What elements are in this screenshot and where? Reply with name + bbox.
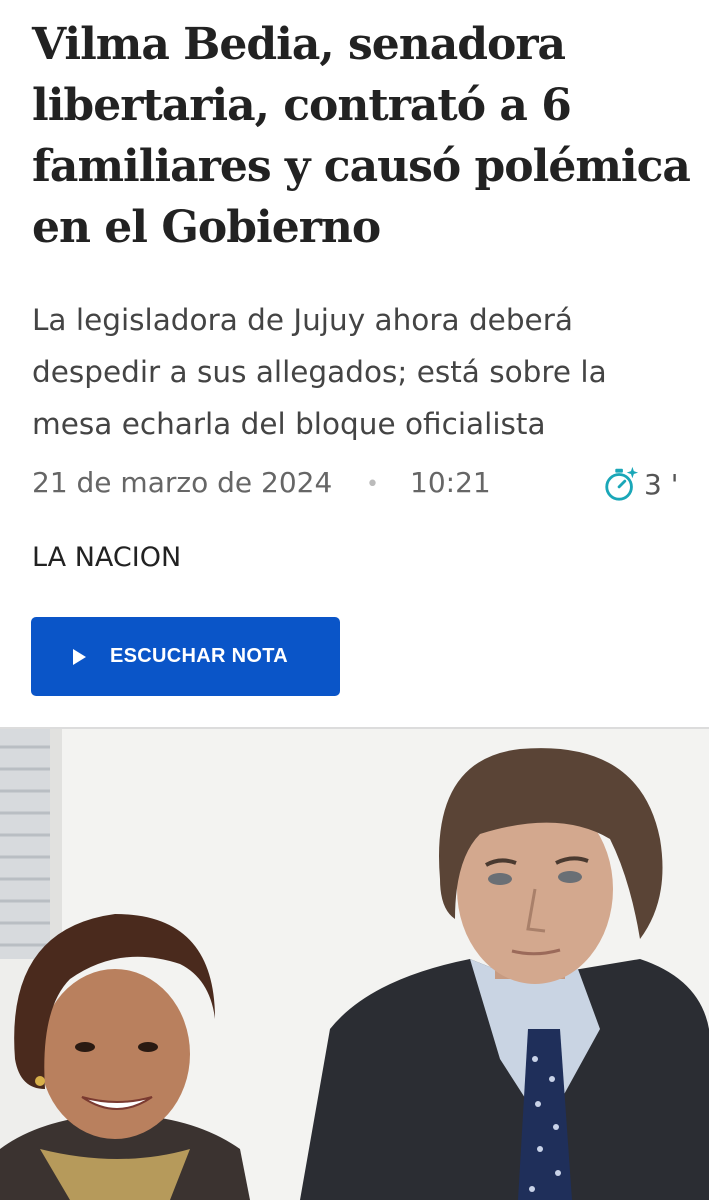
publish-time: 10:21 bbox=[410, 466, 491, 499]
article-headline: Vilma Bedia, senadora libertaria, contra… bbox=[32, 19, 691, 253]
listen-article-button[interactable]: ESCUCHAR NOTA bbox=[31, 617, 340, 696]
stopwatch-icon bbox=[602, 465, 640, 503]
reading-time: 3 ' bbox=[602, 462, 678, 506]
play-icon bbox=[73, 648, 86, 665]
article-meta: 21 de marzo de 2024 • 10:21 3 ' bbox=[32, 462, 692, 506]
article-photo bbox=[0, 729, 709, 1200]
article-subtitle: La legisladora de Jujuy ahora deberá des… bbox=[32, 303, 607, 441]
reading-time-value: 3 ' bbox=[644, 467, 679, 501]
listen-button-label: ESCUCHAR NOTA bbox=[110, 645, 288, 667]
source-label: LA NACION bbox=[32, 542, 182, 573]
publish-date: 21 de marzo de 2024 bbox=[32, 466, 333, 499]
meta-separator: • bbox=[366, 472, 379, 497]
